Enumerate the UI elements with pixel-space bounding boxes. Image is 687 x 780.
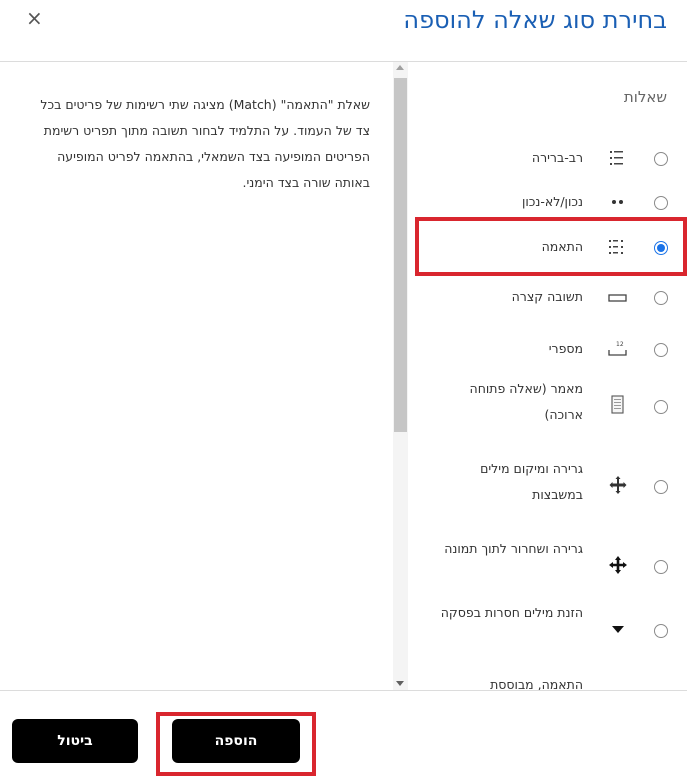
dialog-footer: ביטול הוספה [0,690,687,780]
svg-text:12: 12 [616,341,624,348]
radio-dropdown[interactable] [654,624,668,638]
multichoice-icon [610,151,623,165]
dialog-header: × בחירת סוג שאלה להוספה [0,0,687,62]
cancel-button[interactable]: ביטול [12,719,138,763]
move-icon [609,476,627,494]
item-label: מספרי [548,341,583,356]
radio-move[interactable] [654,480,668,494]
list-item[interactable]: רב-ברירה [409,142,687,174]
scroll-down-icon[interactable] [396,681,404,686]
radio-shortanswer[interactable] [654,291,668,305]
question-type-description: שאלת "התאמה" (Match) מציגה שתי רשימות של… [40,97,370,190]
numerical-icon: 12 [608,341,627,356]
radio-truefalse[interactable] [654,196,668,210]
item-label: תשובה קצרה [511,289,583,304]
section-title-questions: שאלות [623,88,667,106]
list-item[interactable]: הזנת מילים חסרות בפסקה [409,598,687,662]
item-label: הזנת מילים חסרות בפסקה [440,605,583,620]
list-item[interactable]: גרירה ושחרור לתוך תמונה [409,534,687,598]
list-item[interactable]: מאמר (שאלה פתוחה ארוכה) [409,374,687,438]
truefalse-icon [612,200,623,204]
drag-drop-icon [609,556,627,574]
item-label: גרירה ושחרור לתוך תמונה [444,541,583,556]
highlight-add-button [156,712,316,776]
item-label: מאמר (שאלה פתוחה ארוכה) [469,381,583,422]
item-label: התאמה, מבוססת [490,677,583,690]
dropdown-icon [612,626,624,633]
list-item[interactable]: התאמה, מבוססת [409,670,687,690]
shortanswer-icon [608,294,627,302]
options-scrollbar[interactable] [393,62,408,690]
scroll-thumb[interactable] [394,78,407,432]
item-label: נכון/לא-נכון [521,194,583,209]
radio-multichoice[interactable] [654,152,668,166]
list-item[interactable]: נכון/לא-נכון [409,186,687,218]
list-item[interactable]: גרירה ומיקום מילים במשבצות [409,454,687,518]
dialog-title: בחירת סוג שאלה להוספה [403,6,667,34]
list-item[interactable]: תשובה קצרה [409,282,687,314]
highlight-selected-option [415,217,687,276]
question-types-list: שאלות רב-ברירה נכון/לא-נכון התאמה תשובה … [409,62,687,690]
radio-drag-drop[interactable] [654,560,668,574]
scroll-up-icon[interactable] [396,65,404,70]
list-item[interactable]: 12 מספרי [409,334,687,366]
essay-icon [611,395,624,414]
close-icon[interactable]: × [26,6,43,30]
item-label: רב-ברירה [531,150,583,165]
item-label: גרירה ומיקום מילים במשבצות [480,461,583,502]
radio-numerical[interactable] [654,343,668,357]
radio-essay[interactable] [654,400,668,414]
description-panel: שאלת "התאמה" (Match) מציגה שתי רשימות של… [0,62,393,682]
